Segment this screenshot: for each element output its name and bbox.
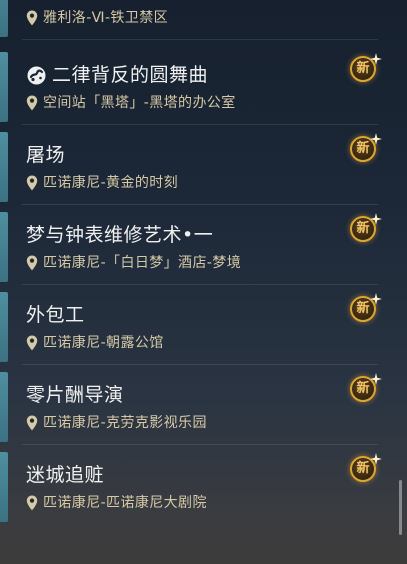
sparkle-icon <box>370 293 382 305</box>
item-accent-bar <box>0 0 8 37</box>
item-accent-bar <box>0 132 8 202</box>
quest-title-row: 梦与钟表维修艺术•一 <box>26 223 213 247</box>
item-accent-bar <box>0 52 8 122</box>
quest-title: 零片酬导演 <box>26 384 124 406</box>
quest-location: 匹诺康尼-克劳克影视乐园 <box>43 415 207 431</box>
quest-title-row: 二律背反的圆舞曲 <box>26 63 208 87</box>
new-badge: 新 <box>349 293 383 323</box>
quest-title-row: 零片酬导演 <box>26 383 124 407</box>
sparkle-icon <box>370 373 382 385</box>
quest-item[interactable]: 迷城追赃 匹诺康尼-匹诺康尼大剧院 新 <box>0 445 392 525</box>
map-pin-icon <box>26 495 38 511</box>
quest-location: 空间站「黑塔」-黑塔的办公室 <box>43 95 236 111</box>
quest-location-row: 匹诺康尼-匹诺康尼大剧院 <box>26 494 207 512</box>
map-pin-icon <box>26 10 38 26</box>
item-accent-bar <box>0 212 8 282</box>
map-pin-icon <box>26 255 38 271</box>
quest-location: 雅利洛-Ⅵ-铁卫禁区 <box>43 10 169 26</box>
sparkle-icon <box>370 133 382 145</box>
quest-location-row: 雅利洛-Ⅵ-铁卫禁区 <box>26 9 168 27</box>
quest-location: 匹诺康尼-「白日梦」酒店-梦境 <box>43 255 242 271</box>
new-badge: 新 <box>349 133 383 163</box>
item-accent-bar <box>0 292 8 362</box>
map-pin-icon <box>26 335 38 351</box>
quest-type-icon <box>27 66 46 84</box>
quest-title: 迷城追赃 <box>26 464 105 486</box>
item-accent-bar <box>0 372 8 442</box>
item-accent-bar <box>0 452 8 522</box>
item-divider <box>22 39 378 40</box>
quest-title-row: 屠场 <box>26 143 65 167</box>
quest-location: 匹诺康尼-朝露公馆 <box>43 335 164 351</box>
quest-title: 二律背反的圆舞曲 <box>52 64 209 86</box>
quest-item[interactable]: 外包工 匹诺康尼-朝露公馆 新 <box>0 285 392 365</box>
quest-location-row: 匹诺康尼-黄金的时刻 <box>26 174 178 192</box>
list-scrollbar[interactable] <box>399 480 402 535</box>
quest-item[interactable]: 零片酬导演 匹诺康尼-克劳克影视乐园 新 <box>0 365 392 445</box>
quest-title-row: 迷城追赃 <box>26 463 104 487</box>
new-badge: 新 <box>349 373 383 403</box>
new-badge: 新 <box>349 453 383 483</box>
new-badge: 新 <box>349 213 383 243</box>
map-pin-icon <box>26 175 38 191</box>
quest-list: 雅利洛-Ⅵ-铁卫禁区 二律背反的圆舞曲 空间站「黑塔」-黑塔的办公室 新 屠场 … <box>0 0 407 564</box>
quest-location-row: 匹诺康尼-克劳克影视乐园 <box>26 414 207 432</box>
quest-title: 屠场 <box>26 144 66 166</box>
quest-title: 梦与钟表维修艺术•一 <box>26 224 214 246</box>
map-pin-icon <box>26 415 38 431</box>
sparkle-icon <box>370 213 382 225</box>
quest-item[interactable]: 梦与钟表维修艺术•一 匹诺康尼-「白日梦」酒店-梦境 新 <box>0 205 392 285</box>
quest-item[interactable]: 屠场 匹诺康尼-黄金的时刻 新 <box>0 125 392 205</box>
quest-location-row: 匹诺康尼-「白日梦」酒店-梦境 <box>26 254 241 272</box>
sparkle-icon <box>370 53 382 65</box>
quest-item[interactable]: 二律背反的圆舞曲 空间站「黑塔」-黑塔的办公室 新 <box>0 45 392 125</box>
quest-location-row: 空间站「黑塔」-黑塔的办公室 <box>26 94 236 112</box>
quest-location-row: 匹诺康尼-朝露公馆 <box>26 334 164 352</box>
quest-location: 匹诺康尼-黄金的时刻 <box>43 175 179 191</box>
new-badge: 新 <box>349 53 383 83</box>
sparkle-icon <box>370 453 382 465</box>
quest-title-row: 外包工 <box>26 303 85 327</box>
quest-location: 匹诺康尼-匹诺康尼大剧院 <box>43 495 207 511</box>
quest-item[interactable]: 雅利洛-Ⅵ-铁卫禁区 <box>0 0 392 40</box>
map-pin-icon <box>26 95 38 111</box>
quest-title: 外包工 <box>26 304 85 326</box>
